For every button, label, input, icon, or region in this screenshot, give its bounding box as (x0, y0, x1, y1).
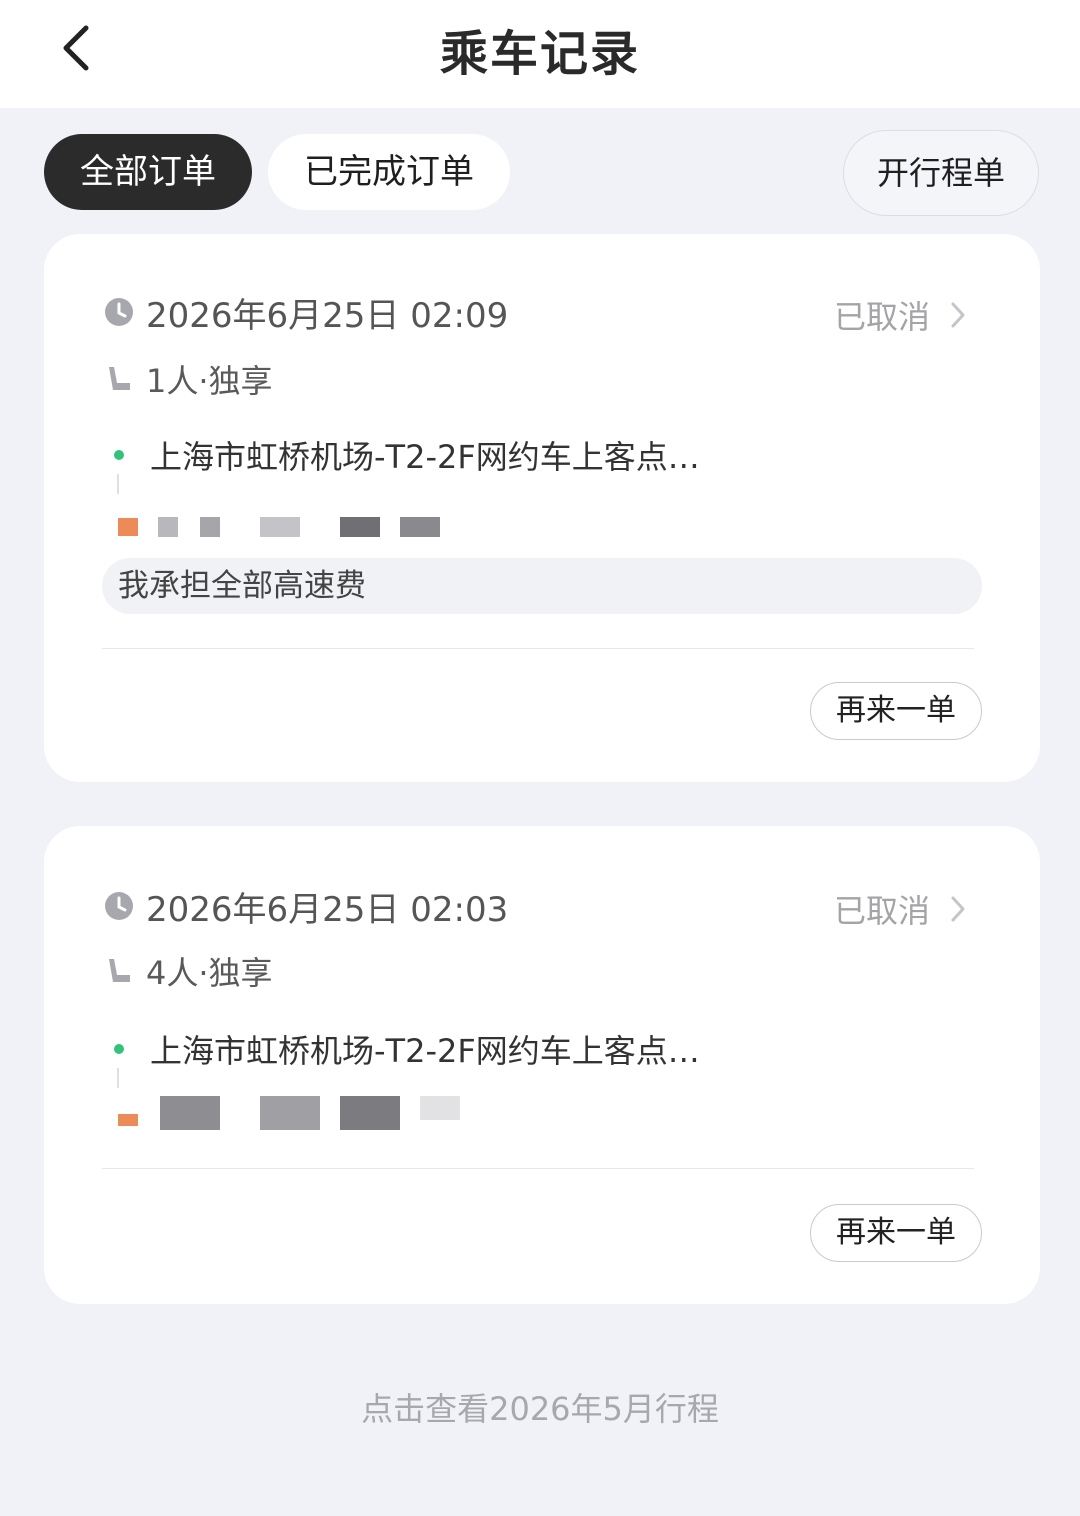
tab-completed-orders[interactable]: 已完成订单 (268, 134, 510, 210)
seat-icon (109, 367, 130, 390)
status-label: 已取消 (833, 298, 930, 336)
order-card[interactable]: 2026年6月25日 02:03 已取消 4人·独享 上海市虹桥机场-T2-2F… (44, 826, 1040, 1304)
status-label: 已取消 (833, 892, 930, 930)
pickup-row: 上海市虹桥机场-T2-2F网约车上客点… (114, 1026, 700, 1072)
chevron-right-icon (951, 302, 965, 328)
order-status[interactable]: 已取消 (834, 292, 968, 338)
pickup-address: 上海市虹桥机场-T2-2F网约车上客点… (150, 438, 700, 476)
order-time-row: 2026年6月25日 02:03 (104, 886, 508, 930)
order-time: 2026年6月25日 02:03 (146, 889, 509, 930)
card-divider (102, 1168, 974, 1169)
seat-info: 1人·独享 (146, 362, 273, 400)
dropoff-marker-icon (118, 518, 138, 536)
seat-info: 4人·独享 (146, 954, 273, 992)
page-title: 乘车记录 (439, 26, 640, 82)
reorder-button[interactable]: 再来一单 (810, 682, 982, 740)
seat-row: 4人·独享 (104, 948, 273, 994)
seat-row: 1人·独享 (104, 356, 273, 402)
previous-month-link[interactable]: 点击查看2026年5月行程 (0, 1384, 1080, 1430)
order-time: 2026年6月25日 02:09 (146, 295, 509, 336)
card-divider (102, 648, 974, 649)
top-bar: 乘车记录 (0, 0, 1080, 108)
pickup-address: 上海市虹桥机场-T2-2F网约车上客点… (150, 1032, 700, 1070)
route-line (117, 474, 119, 494)
order-card[interactable]: 2026年6月25日 02:09 已取消 1人·独享 上海市虹桥机场-T2-2F… (44, 234, 1040, 782)
order-time-row: 2026年6月25日 02:09 (104, 292, 508, 336)
pickup-dot-icon (114, 1044, 124, 1054)
itinerary-button[interactable]: 开行程单 (843, 130, 1039, 216)
chevron-right-icon (951, 896, 965, 922)
route-line (117, 1068, 119, 1088)
clock-icon (105, 298, 133, 326)
clock-icon (105, 892, 133, 920)
seat-icon (109, 959, 130, 982)
tab-all-orders[interactable]: 全部订单 (44, 134, 252, 210)
pickup-row: 上海市虹桥机场-T2-2F网约车上客点… (114, 432, 700, 478)
dropoff-marker-icon (118, 1114, 138, 1126)
reorder-button[interactable]: 再来一单 (810, 1204, 982, 1262)
toll-note: 我承担全部高速费 (102, 558, 982, 614)
pickup-dot-icon (114, 450, 124, 460)
order-status[interactable]: 已取消 (834, 886, 968, 932)
